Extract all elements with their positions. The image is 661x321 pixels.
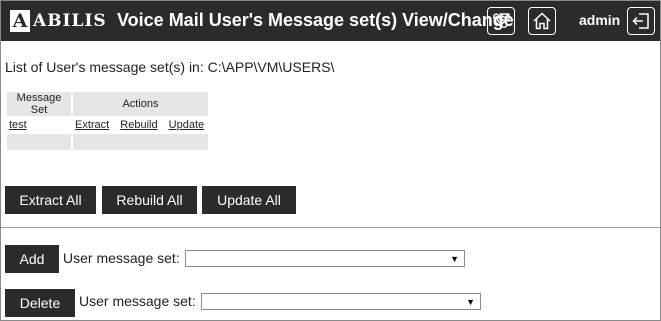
users-path-text: List of User's message set(s) in: C:\APP…: [5, 59, 335, 75]
logout-icon[interactable]: [627, 7, 655, 35]
add-message-set-select[interactable]: ▼: [185, 250, 465, 267]
add-message-set-label: User message set:: [63, 250, 180, 266]
delete-message-set-label: User message set:: [79, 293, 196, 309]
table-row: test Extract Rebuild Update: [7, 116, 208, 134]
section-divider: [1, 227, 660, 228]
column-header-actions: Actions: [73, 92, 208, 116]
home-icon[interactable]: [528, 7, 556, 35]
logo-mark: A: [10, 10, 30, 32]
empty-cell: [7, 134, 71, 150]
add-button[interactable]: Add: [5, 245, 59, 273]
extract-link[interactable]: Extract: [75, 119, 109, 131]
top-header: A ABILIS Voice Mail User's Message set(s…: [1, 1, 660, 41]
delete-button[interactable]: Delete: [5, 289, 75, 317]
extract-all-button[interactable]: Extract All: [5, 186, 96, 214]
user-name: admin: [579, 12, 621, 28]
dropdown-arrow-icon: ▼: [450, 254, 459, 264]
abilis-logo[interactable]: A ABILIS: [10, 8, 107, 34]
voicemail-icon[interactable]: [487, 7, 515, 35]
update-link[interactable]: Update: [169, 119, 204, 131]
app-window: A ABILIS Voice Mail User's Message set(s…: [0, 0, 661, 321]
rebuild-link[interactable]: Rebuild: [120, 119, 157, 131]
column-header-message-set: Message Set: [7, 92, 71, 116]
message-set-table: Message Set Actions test Extract Rebuild…: [5, 92, 210, 150]
logo-text: ABILIS: [33, 11, 107, 31]
page-title: Voice Mail User's Message set(s) View/Ch…: [117, 10, 514, 30]
dropdown-arrow-icon: ▼: [466, 297, 475, 307]
delete-message-set-select[interactable]: ▼: [201, 293, 481, 310]
rebuild-all-button[interactable]: Rebuild All: [102, 186, 197, 214]
message-set-cell: test: [7, 116, 71, 134]
actions-cell: Extract Rebuild Update: [73, 116, 208, 134]
update-all-button[interactable]: Update All: [202, 186, 296, 214]
table-footer-row: [7, 134, 208, 150]
empty-cell: [73, 134, 208, 150]
message-set-link[interactable]: test: [9, 119, 27, 131]
